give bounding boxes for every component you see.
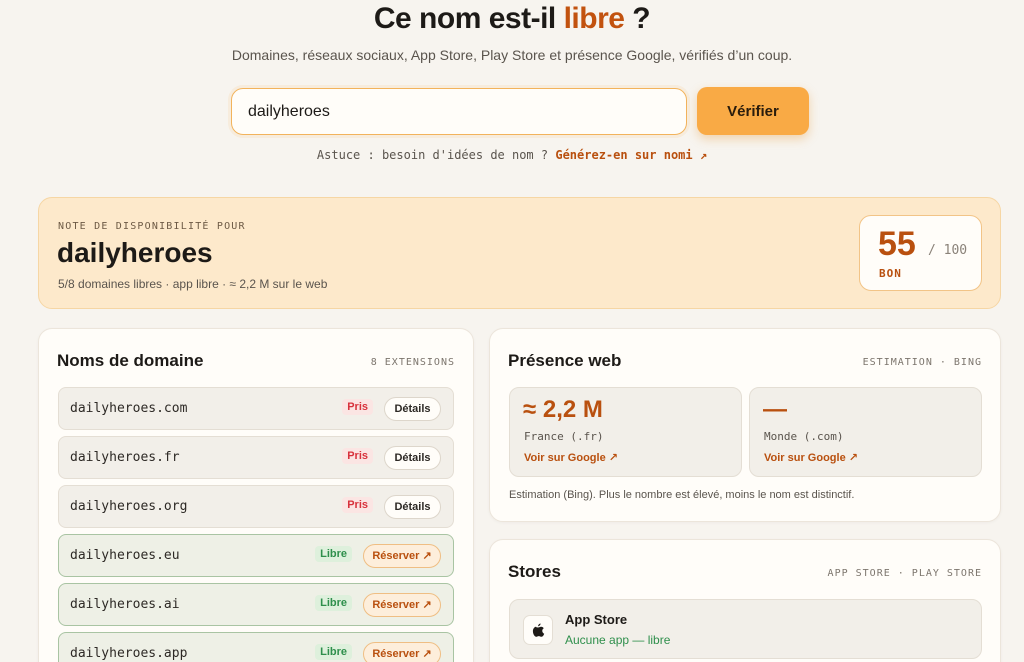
web-stat-value: —: [763, 396, 787, 423]
title-main: Ce nom est-il: [373, 2, 556, 35]
tip-line: Astuce : besoin d'idées de nom ? Générez…: [0, 148, 1024, 162]
title-accent: libre: [563, 2, 625, 35]
stores-panel: Stores APP STORE · PLAY STORE App Store …: [489, 539, 1001, 662]
score-name: dailyheroes: [57, 237, 213, 268]
web-stat-label: France (.fr): [524, 430, 604, 443]
availability-score-card: NOTE DE DISPONIBILITÉ POUR dailyheroes 5…: [38, 197, 1001, 309]
domain-name: dailyheroes.org: [70, 499, 188, 514]
google-link[interactable]: Voir sur Google ↗: [524, 451, 618, 464]
domain-row: dailyheroes.fr Pris Détails: [58, 436, 454, 479]
domain-name: dailyheroes.com: [70, 401, 188, 416]
domain-row: dailyheroes.com Pris Détails: [58, 387, 454, 430]
generate-names-link[interactable]: Générez-en sur nomi ↗: [555, 148, 707, 162]
domains-count: 8 EXTENSIONS: [370, 357, 455, 368]
score-value: 55: [878, 225, 916, 263]
domain-row: dailyheroes.app Libre Réserver ↗: [58, 632, 454, 662]
domains-panel: Noms de domaine 8 EXTENSIONS dailyheroes…: [38, 328, 474, 662]
stores-meta: APP STORE · PLAY STORE: [827, 568, 982, 579]
score-summary: 5/8 domaines libres · app libre · ≈ 2,2 …: [58, 277, 328, 291]
reserve-button[interactable]: Réserver ↗: [363, 642, 441, 662]
web-stat-world: — Monde (.com) Voir sur Google ↗: [749, 387, 982, 477]
web-presence-meta: ESTIMATION · BING: [862, 357, 982, 368]
status-badge: Pris: [342, 448, 373, 464]
status-badge: Libre: [315, 595, 352, 611]
details-button[interactable]: Détails: [384, 495, 441, 519]
score-badge: 55 / 100 BON: [859, 215, 982, 291]
status-badge: Pris: [342, 399, 373, 415]
score-max: / 100: [928, 243, 968, 258]
verify-button[interactable]: Vérifier: [697, 87, 809, 135]
status-badge: Pris: [342, 497, 373, 513]
stores-title: Stores: [508, 562, 561, 581]
web-stat-france: ≈ 2,2 M France (.fr) Voir sur Google ↗: [509, 387, 742, 477]
domain-row: dailyheroes.eu Libre Réserver ↗: [58, 534, 454, 577]
reserve-button[interactable]: Réserver ↗: [363, 593, 441, 617]
reserve-button[interactable]: Réserver ↗: [363, 544, 441, 568]
domains-title: Noms de domaine: [57, 351, 204, 370]
store-row-app-store: App Store Aucune app — libre: [509, 599, 982, 659]
domain-name: dailyheroes.eu: [70, 548, 180, 563]
tip-text: Astuce : besoin d'idées de nom ?: [316, 148, 549, 162]
apple-icon: [523, 615, 553, 645]
status-badge: Libre: [315, 546, 352, 562]
domain-name: dailyheroes.fr: [70, 450, 180, 465]
score-label: BON: [879, 267, 902, 280]
web-presence-note: Estimation (Bing). Plus le nombre est él…: [509, 489, 855, 501]
domain-name: dailyheroes.ai: [70, 597, 180, 612]
web-presence-panel: Présence web ESTIMATION · BING ≈ 2,2 M F…: [489, 328, 1001, 522]
web-stat-label: Monde (.com): [764, 430, 844, 443]
domain-name: dailyheroes.app: [70, 646, 188, 661]
google-link[interactable]: Voir sur Google ↗: [764, 451, 858, 464]
page-subtitle: Domaines, réseaux sociaux, App Store, Pl…: [231, 47, 793, 63]
name-search-input[interactable]: [231, 88, 687, 135]
title-end: ?: [632, 2, 651, 35]
domain-row: dailyheroes.ai Libre Réserver ↗: [58, 583, 454, 626]
web-stat-value: ≈ 2,2 M: [523, 396, 603, 423]
status-badge: Libre: [315, 644, 352, 660]
page-title: Ce nom est-il libre ?: [0, 2, 1024, 36]
store-status: Aucune app — libre: [565, 633, 671, 647]
web-presence-title: Présence web: [508, 351, 622, 370]
score-eyebrow: NOTE DE DISPONIBILITÉ POUR: [58, 221, 246, 232]
details-button[interactable]: Détails: [384, 446, 441, 470]
store-name: App Store: [565, 612, 628, 627]
domain-row: dailyheroes.org Pris Détails: [58, 485, 454, 528]
details-button[interactable]: Détails: [384, 397, 441, 421]
